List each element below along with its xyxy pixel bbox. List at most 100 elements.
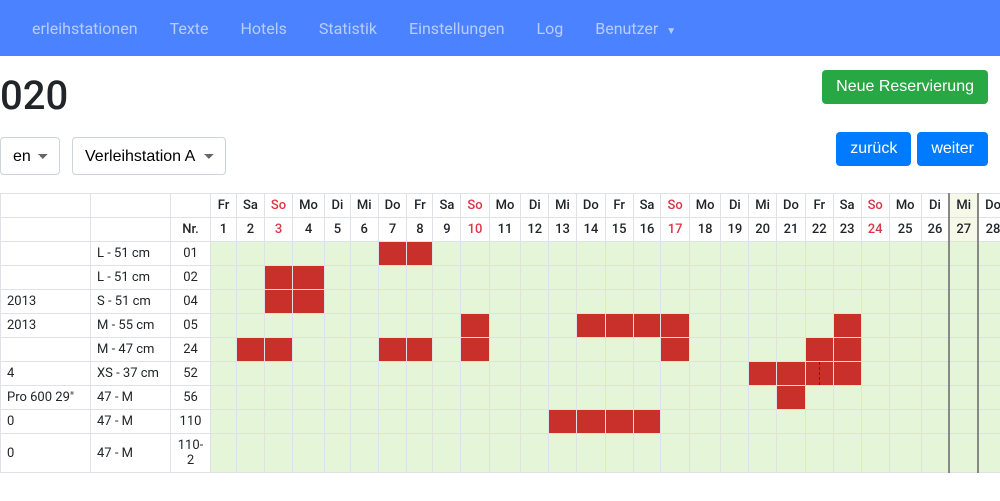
calendar-cell[interactable]: [407, 362, 433, 386]
back-button[interactable]: zurück: [836, 132, 911, 166]
calendar-cell[interactable]: [293, 314, 325, 338]
calendar-cell[interactable]: [521, 242, 549, 266]
calendar-cell[interactable]: [661, 314, 689, 338]
day-header[interactable]: 27: [949, 218, 978, 242]
calendar-cell[interactable]: [921, 386, 949, 410]
calendar-cell[interactable]: [949, 386, 978, 410]
calendar-cell[interactable]: [407, 338, 433, 362]
calendar-cell[interactable]: [633, 338, 661, 362]
calendar-cell[interactable]: [264, 410, 292, 434]
calendar-cell[interactable]: [661, 338, 689, 362]
calendar-cell[interactable]: [689, 338, 721, 362]
calendar-cell[interactable]: [211, 434, 237, 473]
calendar-cell[interactable]: [407, 266, 433, 290]
calendar-cell[interactable]: [237, 362, 265, 386]
calendar-cell[interactable]: [211, 242, 237, 266]
day-header[interactable]: 5: [324, 218, 350, 242]
calendar-cell[interactable]: [549, 338, 577, 362]
calendar-cell[interactable]: [461, 242, 489, 266]
calendar-cell[interactable]: [889, 434, 921, 473]
calendar-cell[interactable]: [661, 410, 689, 434]
calendar-cell[interactable]: [521, 338, 549, 362]
calendar-cell[interactable]: [293, 434, 325, 473]
calendar-cell[interactable]: [489, 266, 521, 290]
calendar-cell[interactable]: [721, 434, 749, 473]
calendar-cell[interactable]: [861, 410, 889, 434]
day-header[interactable]: 14: [576, 218, 605, 242]
calendar-cell[interactable]: [378, 314, 407, 338]
calendar-cell[interactable]: [689, 410, 721, 434]
calendar-cell[interactable]: [489, 362, 521, 386]
calendar-cell[interactable]: [805, 386, 833, 410]
filter-select-1[interactable]: en: [0, 137, 60, 175]
calendar-cell[interactable]: [378, 242, 407, 266]
calendar-cell[interactable]: [721, 314, 749, 338]
calendar-cell[interactable]: [861, 242, 889, 266]
calendar-cell[interactable]: [777, 242, 806, 266]
calendar-cell[interactable]: [237, 290, 265, 314]
calendar-cell[interactable]: [605, 242, 633, 266]
calendar-cell[interactable]: [211, 290, 237, 314]
calendar-cell[interactable]: [350, 338, 378, 362]
calendar-cell[interactable]: [777, 410, 806, 434]
calendar-cell[interactable]: [749, 338, 777, 362]
calendar-cell[interactable]: [661, 362, 689, 386]
calendar-cell[interactable]: [721, 338, 749, 362]
day-header[interactable]: 1: [211, 218, 237, 242]
calendar-cell[interactable]: [949, 242, 978, 266]
calendar-cell[interactable]: [293, 386, 325, 410]
calendar-cell[interactable]: [324, 314, 350, 338]
calendar-cell[interactable]: [521, 362, 549, 386]
calendar-cell[interactable]: [749, 266, 777, 290]
calendar-cell[interactable]: [549, 362, 577, 386]
calendar-cell[interactable]: [889, 290, 921, 314]
calendar-cell[interactable]: [521, 410, 549, 434]
calendar-cell[interactable]: [293, 338, 325, 362]
calendar-cell[interactable]: [805, 266, 833, 290]
day-header[interactable]: 9: [433, 218, 461, 242]
calendar-cell[interactable]: [833, 338, 861, 362]
calendar-cell[interactable]: [749, 410, 777, 434]
calendar-cell[interactable]: [324, 362, 350, 386]
calendar-cell[interactable]: [861, 434, 889, 473]
day-header[interactable]: 20: [749, 218, 777, 242]
calendar-cell[interactable]: [605, 314, 633, 338]
calendar-cell[interactable]: [549, 242, 577, 266]
day-header[interactable]: 22: [805, 218, 833, 242]
calendar-cell[interactable]: [889, 242, 921, 266]
calendar-cell[interactable]: [605, 434, 633, 473]
calendar-cell[interactable]: [521, 290, 549, 314]
calendar-cell[interactable]: [921, 290, 949, 314]
calendar-cell[interactable]: [433, 338, 461, 362]
calendar-cell[interactable]: [721, 290, 749, 314]
calendar-cell[interactable]: [721, 362, 749, 386]
calendar-cell[interactable]: [433, 362, 461, 386]
calendar-cell[interactable]: [237, 434, 265, 473]
calendar-cell[interactable]: [633, 434, 661, 473]
calendar-cell[interactable]: [237, 386, 265, 410]
calendar-cell[interactable]: [861, 362, 889, 386]
calendar-cell[interactable]: [264, 338, 292, 362]
calendar-cell[interactable]: [350, 362, 378, 386]
calendar-cell[interactable]: [861, 386, 889, 410]
calendar-cell[interactable]: [689, 314, 721, 338]
calendar-cell[interactable]: [889, 338, 921, 362]
calendar-cell[interactable]: [721, 266, 749, 290]
calendar-cell[interactable]: [461, 386, 489, 410]
calendar-cell[interactable]: [889, 266, 921, 290]
calendar-cell[interactable]: [407, 386, 433, 410]
calendar-cell[interactable]: [749, 290, 777, 314]
forward-button[interactable]: weiter: [917, 132, 988, 166]
calendar-cell[interactable]: [978, 266, 1000, 290]
calendar-cell[interactable]: [237, 266, 265, 290]
calendar-cell[interactable]: [978, 386, 1000, 410]
day-header[interactable]: 21: [777, 218, 806, 242]
calendar-cell[interactable]: [264, 314, 292, 338]
day-header[interactable]: 10: [461, 218, 489, 242]
calendar-cell[interactable]: [605, 362, 633, 386]
calendar-cell[interactable]: [921, 410, 949, 434]
day-header[interactable]: 24: [861, 218, 889, 242]
calendar-cell[interactable]: [949, 362, 978, 386]
calendar-cell[interactable]: [576, 290, 605, 314]
calendar-cell[interactable]: [978, 338, 1000, 362]
